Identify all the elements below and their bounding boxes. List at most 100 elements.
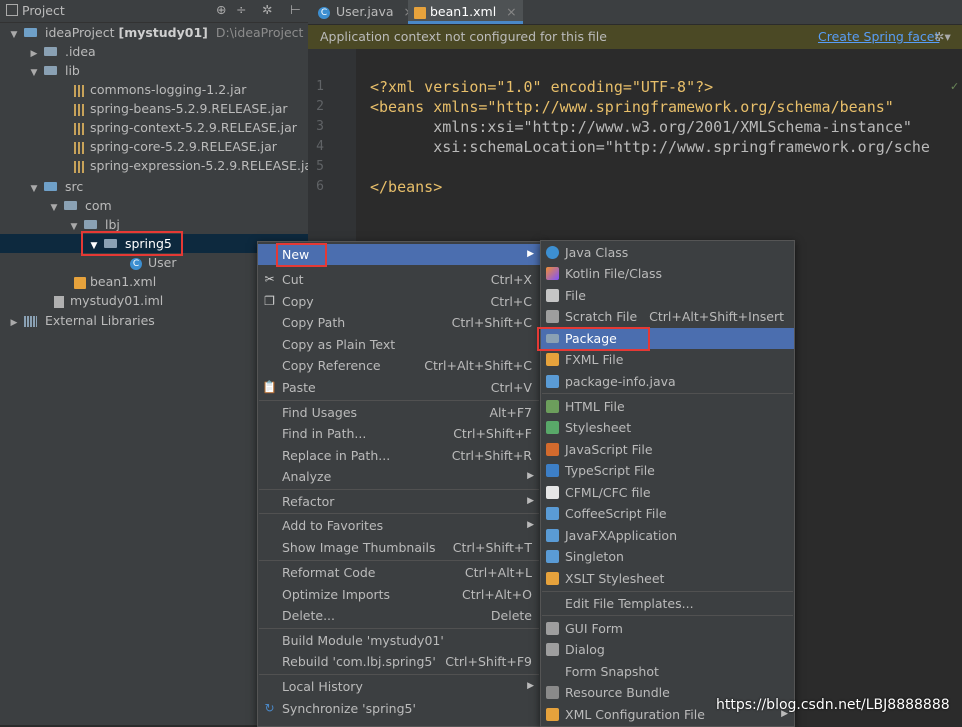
- java-class-icon: C: [130, 257, 142, 270]
- collapsed-triangle-icon: ▶: [10, 318, 18, 328]
- close-icon[interactable]: ×: [506, 4, 516, 19]
- tree-item-jar[interactable]: spring-beans-5.2.9.RELEASE.jar: [74, 99, 288, 118]
- menu-item-refactor[interactable]: Refactor ▶: [258, 491, 540, 512]
- submenu-item-cfml[interactable]: CFML/CFC file: [541, 482, 794, 503]
- submenu-item-coffeescript[interactable]: CoffeeScript File: [541, 503, 794, 524]
- submenu-item-javascript[interactable]: JavaScript File: [541, 439, 794, 460]
- submenu-item-form-snapshot[interactable]: Form Snapshot: [541, 661, 794, 682]
- tree-item-label: commons-logging-1.2.jar: [90, 82, 247, 97]
- tree-item-label: spring-core-5.2.9.RELEASE.jar: [90, 139, 277, 154]
- xml-file-icon: [546, 708, 559, 721]
- create-spring-facet-link[interactable]: Create Spring facet: [818, 25, 939, 49]
- submenu-item-java-class[interactable]: Java Class: [541, 242, 794, 263]
- tree-item-user[interactable]: C User: [130, 253, 177, 272]
- menu-separator: [542, 615, 793, 616]
- submenu-item-singleton[interactable]: Singleton: [541, 546, 794, 567]
- module-folder-icon: [23, 28, 37, 37]
- java-class-icon: C: [318, 6, 330, 19]
- tree-item-jar[interactable]: spring-core-5.2.9.RELEASE.jar: [74, 137, 277, 156]
- html-icon: [546, 400, 559, 413]
- submenu-item-file[interactable]: File: [541, 285, 794, 306]
- menu-item-copy-plain-text[interactable]: Copy as Plain Text: [258, 334, 540, 355]
- submenu-item-fxml[interactable]: FXML File: [541, 349, 794, 370]
- menu-item-find-in-path[interactable]: Find in Path... Ctrl+Shift+F: [258, 423, 540, 444]
- gear-icon[interactable]: ✲: [262, 2, 272, 17]
- submenu-item-scratch-file[interactable]: Scratch File Ctrl+Alt+Shift+Insert: [541, 306, 794, 327]
- jar-icon: [74, 160, 84, 173]
- locate-icon[interactable]: ⊕: [216, 2, 226, 17]
- line-number: 3: [316, 119, 324, 134]
- menu-item-local-history[interactable]: Local History ▶: [258, 676, 540, 697]
- tree-item-lib[interactable]: ▼ lib: [28, 61, 80, 80]
- tree-item-iml[interactable]: mystudy01.iml: [54, 291, 163, 310]
- submenu-item-edit-templates[interactable]: Edit File Templates...: [541, 593, 794, 614]
- line-number: 4: [316, 139, 324, 154]
- menu-item-copy-reference[interactable]: Copy Reference Ctrl+Alt+Shift+C: [258, 355, 540, 376]
- xml-file-icon: [414, 6, 426, 19]
- menu-separator: [542, 393, 793, 394]
- submenu-item-javafx[interactable]: JavaFXApplication: [541, 525, 794, 546]
- folder-icon: [43, 47, 57, 56]
- submenu-item-kotlin[interactable]: Kotlin File/Class: [541, 263, 794, 284]
- java-class-icon: [546, 246, 559, 259]
- tree-item-external-libraries[interactable]: ▶ External Libraries: [8, 311, 155, 330]
- tab-bean1-xml[interactable]: bean1.xml ×: [408, 0, 523, 24]
- menu-separator: [259, 489, 539, 490]
- menu-item-build-module[interactable]: Build Module 'mystudy01': [258, 630, 540, 651]
- submenu-item-package-info[interactable]: package-info.java: [541, 371, 794, 392]
- javascript-icon: [546, 443, 559, 456]
- menu-item-rebuild[interactable]: Rebuild 'com.lbj.spring5' Ctrl+Shift+F9: [258, 651, 540, 672]
- highlight-box-package: [537, 327, 650, 351]
- menu-item-show-image-thumbnails[interactable]: Show Image Thumbnails Ctrl+Shift+T: [258, 537, 540, 558]
- submenu-item-typescript[interactable]: TypeScript File: [541, 460, 794, 481]
- singleton-icon: [546, 550, 559, 563]
- submenu-item-xslt[interactable]: XSLT Stylesheet: [541, 568, 794, 589]
- banner-message: Application context not configured for t…: [320, 29, 607, 44]
- tree-item-idea[interactable]: ▶ .idea: [28, 42, 96, 61]
- submenu-item-gui-form[interactable]: GUI Form: [541, 618, 794, 639]
- cfml-icon: [546, 486, 559, 499]
- menu-item-reformat-code[interactable]: Reformat Code Ctrl+Alt+L: [258, 562, 540, 583]
- submenu-item-html[interactable]: HTML File: [541, 396, 794, 417]
- highlight-box-new: [276, 243, 327, 267]
- tree-item-src[interactable]: ▼ src: [28, 177, 84, 196]
- hide-icon[interactable]: ⊢: [290, 2, 301, 17]
- tree-item-jar[interactable]: commons-logging-1.2.jar: [74, 80, 246, 99]
- project-panel-header: Project ⊕ ÷ ✲ ⊢: [0, 0, 308, 23]
- submenu-item-dialog[interactable]: Dialog: [541, 639, 794, 660]
- collapse-icon[interactable]: ÷: [236, 2, 246, 17]
- folder-icon: [43, 66, 57, 75]
- tree-item-label: src: [64, 179, 84, 194]
- line-number: 1: [316, 79, 324, 94]
- menu-item-add-to-favorites[interactable]: Add to Favorites ▶: [258, 515, 540, 536]
- menu-item-analyze[interactable]: Analyze ▶: [258, 466, 540, 487]
- menu-item-optimize-imports[interactable]: Optimize Imports Ctrl+Alt+O: [258, 584, 540, 605]
- tree-item-project-root[interactable]: ▼ ideaProject [mystudy01] D:\ideaProject: [8, 23, 304, 42]
- tree-item-bean1-xml[interactable]: bean1.xml: [74, 272, 156, 291]
- menu-separator: [259, 674, 539, 675]
- xslt-icon: [546, 572, 559, 585]
- css-icon: [546, 421, 559, 434]
- tree-item-com[interactable]: ▼ com: [48, 196, 112, 215]
- project-panel-title: Project: [22, 3, 65, 18]
- expand-triangle-icon: ▼: [10, 30, 18, 40]
- menu-item-synchronize[interactable]: ↻ Synchronize 'spring5': [258, 698, 540, 719]
- menu-item-find-usages[interactable]: Find Usages Alt+F7: [258, 402, 540, 423]
- code-line: <?xml version="1.0" encoding="UTF-8"?>: [370, 78, 714, 96]
- menu-item-cut[interactable]: ✂ Cut Ctrl+X: [258, 269, 540, 290]
- notification-banner: Application context not configured for t…: [308, 25, 962, 49]
- gear-icon[interactable]: ✲▾: [934, 25, 951, 49]
- tab-label: bean1.xml: [430, 4, 497, 19]
- menu-item-delete[interactable]: Delete... Delete: [258, 605, 540, 626]
- tree-item-jar[interactable]: spring-context-5.2.9.RELEASE.jar: [74, 118, 297, 137]
- tree-item-jar[interactable]: spring-expression-5.2.9.RELEASE.jar: [74, 156, 317, 175]
- menu-item-paste[interactable]: 📋 Paste Ctrl+V: [258, 377, 540, 398]
- submenu-item-stylesheet[interactable]: Stylesheet: [541, 417, 794, 438]
- menu-item-replace-in-path[interactable]: Replace in Path... Ctrl+Shift+R: [258, 445, 540, 466]
- synchronize-icon: ↻: [264, 701, 275, 715]
- line-number: 2: [316, 99, 324, 114]
- menu-item-copy-path[interactable]: Copy Path Ctrl+Shift+C: [258, 312, 540, 333]
- code-line: <beans xmlns="http://www.springframework…: [370, 98, 894, 116]
- tab-user-java[interactable]: CUser.java ×: [312, 0, 420, 24]
- menu-item-copy[interactable]: ❐ Copy Ctrl+C: [258, 291, 540, 312]
